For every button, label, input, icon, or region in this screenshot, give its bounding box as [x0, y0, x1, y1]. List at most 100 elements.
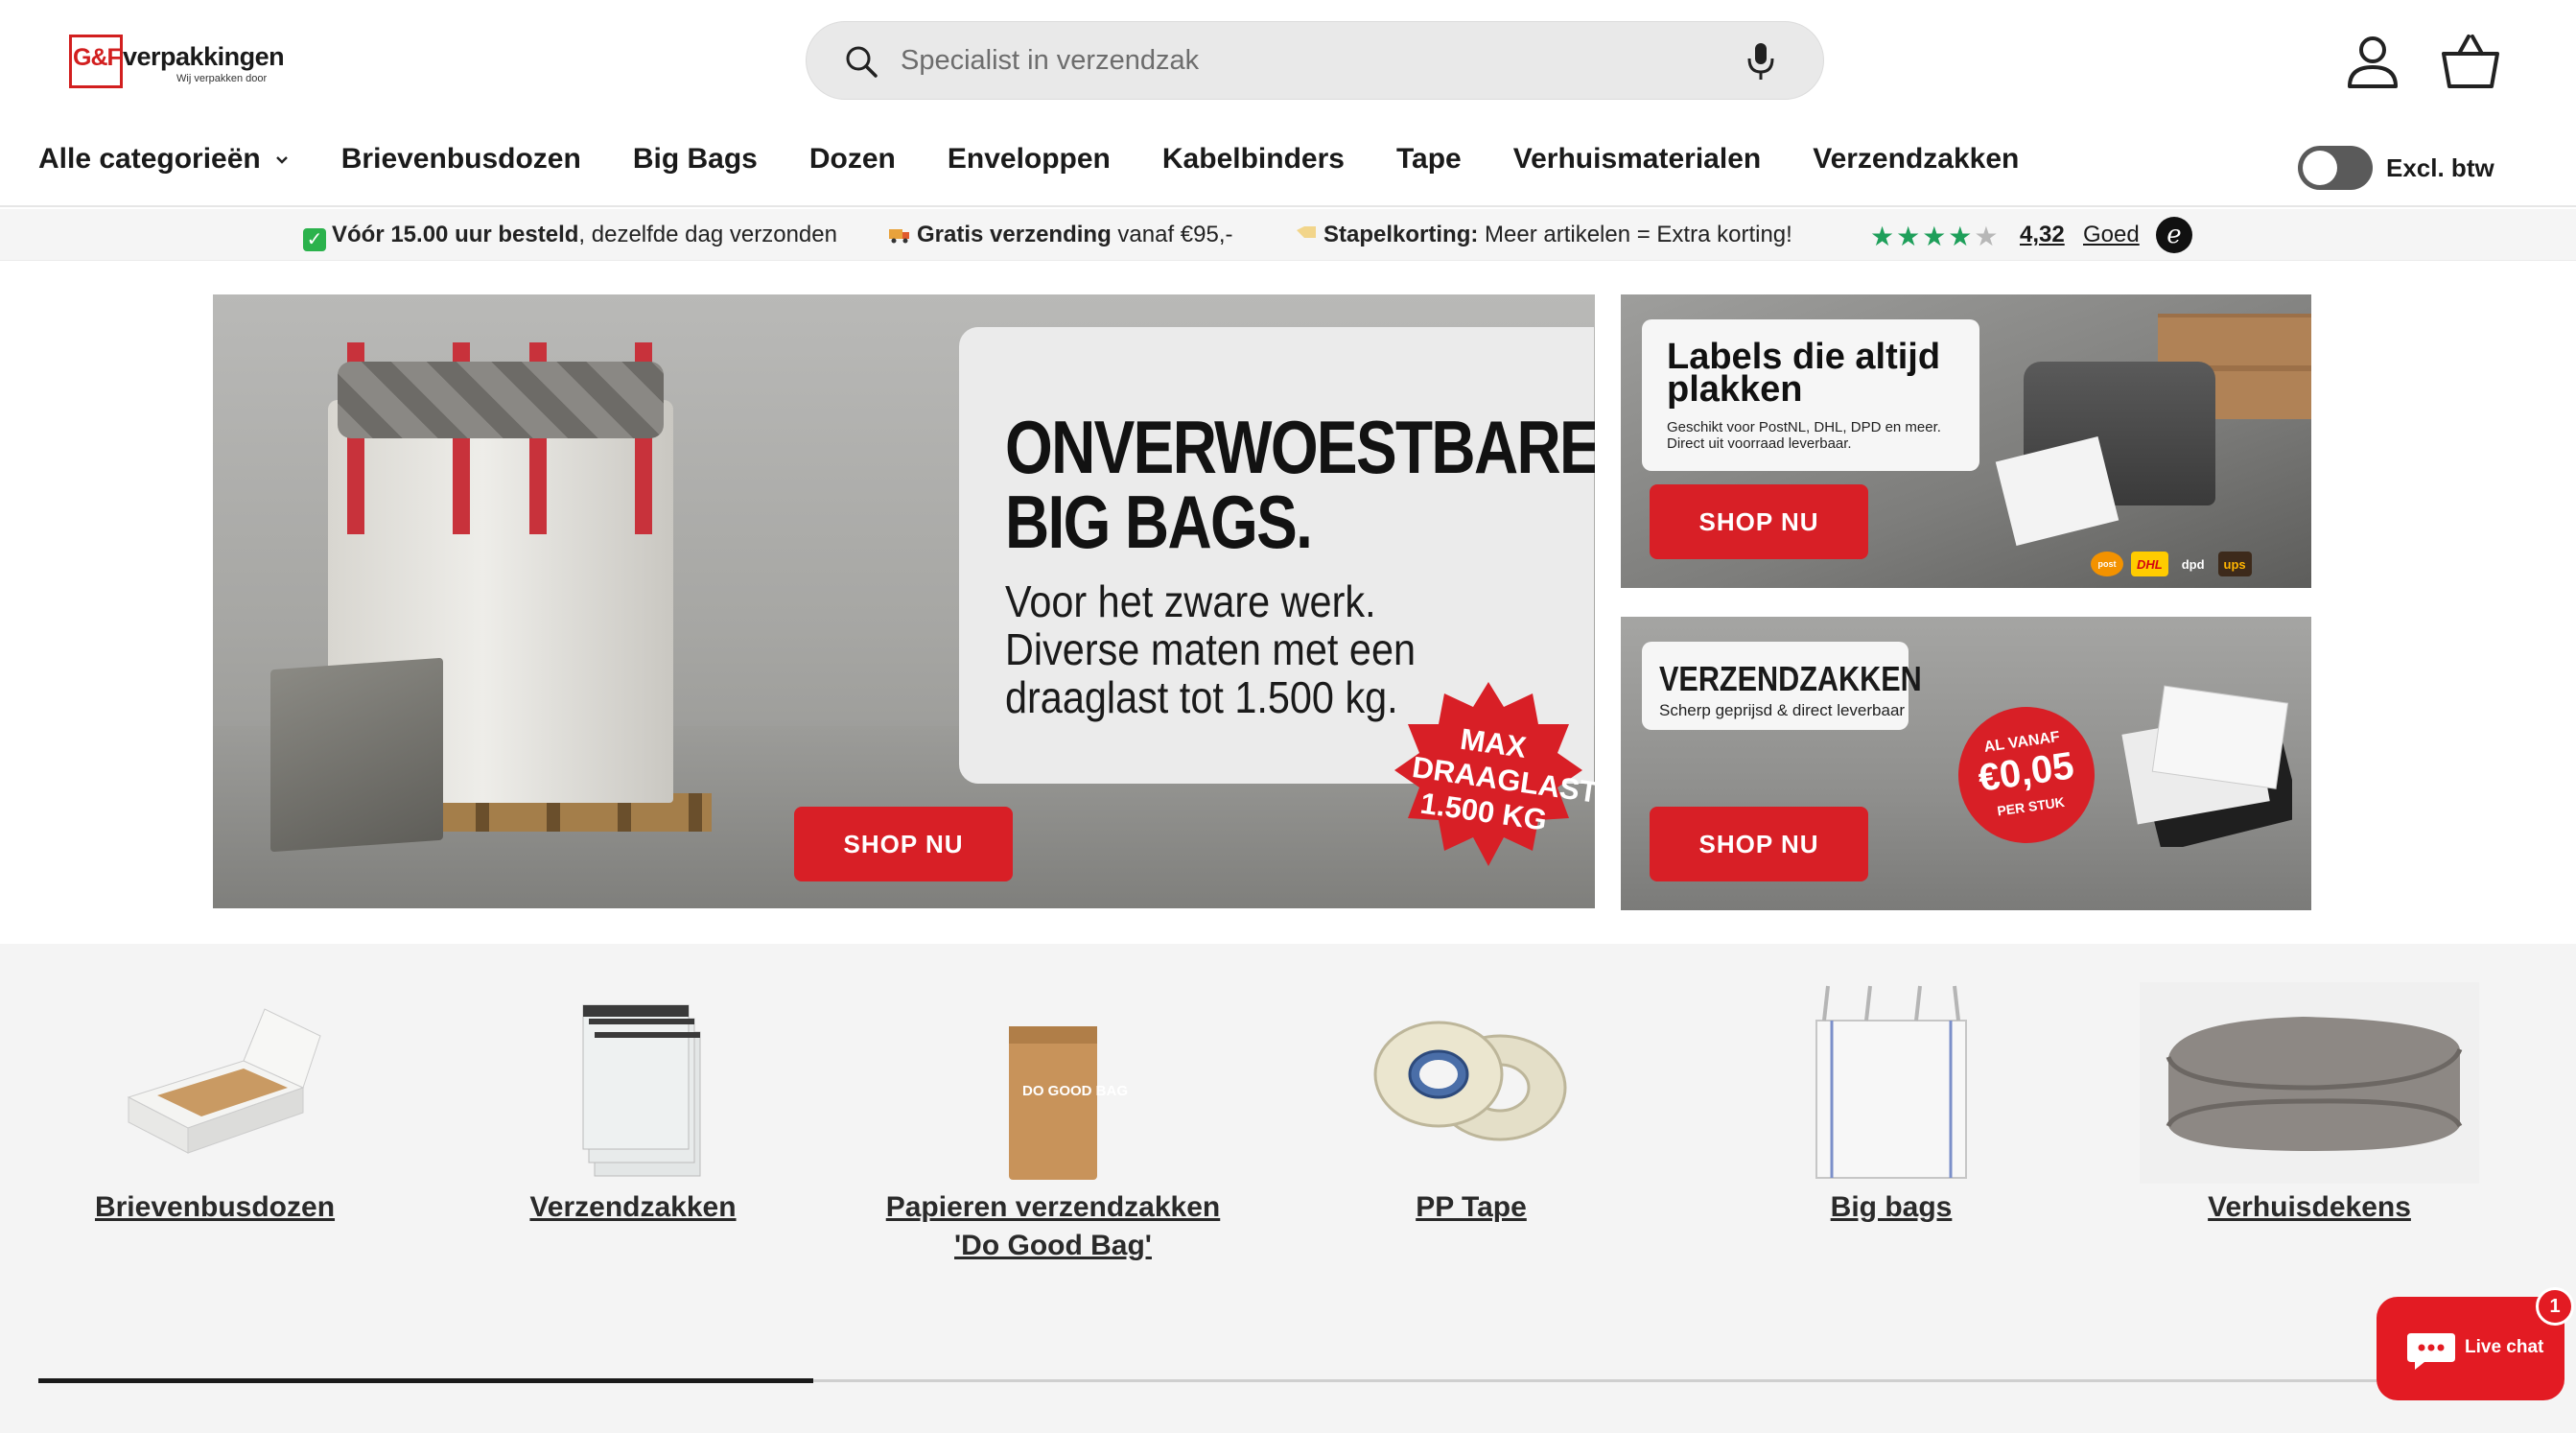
nav-item-big-bags[interactable]: Big Bags	[633, 140, 758, 178]
chevron-down-icon	[275, 156, 288, 164]
nav-item-label: Alle categorieën	[38, 143, 261, 175]
banner-verzendzakken[interactable]: VERZENDZAKKEN Scherp geprijsd & direct l…	[1621, 617, 2311, 910]
rating-stars: ★★★★★	[1870, 221, 2001, 252]
paper-bag-icon: DO GOOD BAG	[1009, 1026, 1128, 1180]
hero-subtitle-line: draaglast tot 1.500 kg.	[1005, 672, 1398, 722]
paper-bag-print: DO GOOD BAG	[1022, 1083, 1128, 1099]
chat-notification-badge: 1	[2536, 1287, 2574, 1326]
nav-item-enveloppen[interactable]: Enveloppen	[948, 140, 1111, 178]
hero-shop-button[interactable]: SHOP NU	[794, 807, 1013, 881]
dhl-logo: DHL	[2131, 552, 2168, 576]
nav-item-brievenbusdozen[interactable]: Brievenbusdozen	[341, 140, 581, 178]
banner-title: Labels die altijd plakken	[1667, 337, 1941, 410]
category-verzendzakken[interactable]: Verzendzakken	[460, 982, 806, 1227]
usp-bold: Gratis verzending	[917, 222, 1112, 247]
banner-subtitle-line: Direct uit voorraad leverbaar.	[1667, 435, 1852, 452]
vat-toggle-label: Excl. btw	[2386, 153, 2494, 182]
carousel-progress-fill	[38, 1378, 813, 1383]
usp-bold: Stapelkorting:	[1323, 222, 1479, 247]
hero-subtitle-line: Diverse maten met een	[1005, 624, 1416, 674]
toggle-knob	[2303, 151, 2337, 185]
moving-blanket-icon	[2140, 982, 2479, 1184]
nav-item-tape[interactable]: Tape	[1396, 140, 1462, 178]
rating-star-half: ★	[1974, 222, 2001, 251]
mailbox-box-icon	[127, 1008, 321, 1154]
category-label: Brievenbusdozen	[94, 1191, 336, 1223]
carrier-logos: post DHL dpd ups	[2091, 552, 2292, 580]
site-header: G&F verpakkingen Wij verpakken door Alle…	[0, 0, 2576, 207]
hero-title: ONVERWOESTBARE BIG BAGS.	[1005, 410, 1595, 559]
hero-subtitle: Voor het zware werk. Diverse maten met e…	[1005, 577, 1416, 721]
paving-tiles-image	[270, 657, 443, 853]
account-icon[interactable]	[2344, 33, 2401, 90]
category-label: Verzendzakken	[529, 1191, 737, 1223]
review-provider-logo[interactable]: e	[2156, 217, 2192, 253]
tag-icon	[1297, 226, 1316, 238]
rating-score[interactable]: 4,32	[2020, 222, 2065, 248]
postnl-logo: post	[2091, 552, 2123, 576]
banner-subtitle: Geschikt voor PostNL, DHL, DPD en meer. …	[1667, 419, 1941, 452]
usp-text: , dezelfde dag verzonden	[578, 222, 837, 247]
category-pp-tape[interactable]: PP Tape	[1299, 982, 1644, 1227]
paving-stones-image	[338, 362, 664, 438]
usp-stack-discount: Stapelkorting: Meer artikelen = Extra ko…	[1295, 222, 1792, 248]
banner-title: VERZENDZAKKEN	[1659, 659, 1922, 698]
dpd-logo: dpd	[2181, 556, 2205, 572]
logo-name: verpakkingen	[123, 42, 285, 71]
labels-shop-button[interactable]: SHOP NU	[1650, 484, 1868, 559]
chat-bubble-icon	[2407, 1333, 2455, 1370]
nav-item-verhuismaterialen[interactable]: Verhuismaterialen	[1513, 140, 1761, 178]
logo-tagline: Wij verpakken door	[176, 73, 268, 84]
hero-title-line: ONVERWOESTBARE	[1005, 405, 1595, 489]
microphone-icon[interactable]	[1745, 41, 1777, 82]
search-icon[interactable]	[843, 43, 879, 80]
site-logo[interactable]: G&F verpakkingen Wij verpakken door	[69, 33, 285, 90]
hero-banner-big-bags[interactable]: ONVERWOESTBARE BIG BAGS. Voor het zware …	[213, 294, 1595, 908]
usp-text: Meer artikelen = Extra korting!	[1478, 222, 1792, 247]
big-bag-icon	[1815, 985, 1967, 1179]
category-big-bags[interactable]: Big bags	[1719, 982, 2064, 1227]
tape-roll-icon	[1373, 1021, 1567, 1141]
banner-title-line: plakken	[1667, 369, 1803, 410]
hero-title-line: BIG BAGS.	[1005, 480, 1313, 564]
check-icon: ✓	[303, 228, 326, 251]
basket-icon[interactable]	[2440, 33, 2501, 90]
verzendzakken-shop-button[interactable]: SHOP NU	[1650, 807, 1868, 881]
logo-mark: G&F	[73, 44, 122, 71]
badge-text: MAX DRAAGLAST 1.500 KG	[1405, 716, 1595, 839]
vat-toggle[interactable]	[2298, 146, 2373, 190]
mailer-bag-icon	[582, 1004, 701, 1177]
rating-stars-full: ★★★★	[1870, 222, 1975, 251]
usp-free-shipping: Gratis verzending vanaf €95,-	[888, 222, 1232, 248]
price-badge: AL VANAF €0,05 PER STUK	[1949, 697, 2104, 853]
nav-item-verzendzakken[interactable]: Verzendzakken	[1813, 140, 2019, 178]
category-label: Papieren verzendzakken 'Do Good Bag'	[885, 1191, 1221, 1261]
mailer-bags-image	[2121, 685, 2292, 847]
rating-word[interactable]: Goed	[2083, 222, 2140, 248]
banner-subtitle: Scherp geprijsd & direct leverbaar	[1659, 701, 1906, 719]
category-carousel: Brievenbusdozen Verzendzakken DO GOOD BA…	[0, 944, 2576, 1433]
hero-subtitle-line: Voor het zware werk.	[1005, 576, 1376, 626]
label-paper-image	[1995, 436, 2119, 546]
category-label: Big bags	[1830, 1191, 1953, 1223]
nav-item-kabelbinders[interactable]: Kabelbinders	[1162, 140, 1345, 178]
category-papieren-verzendzakken[interactable]: DO GOOD BAG Papieren verzendzakken 'Do G…	[880, 982, 1226, 1265]
nav-item-dozen[interactable]: Dozen	[809, 140, 896, 178]
banner-title-line: Labels die altijd	[1667, 337, 1941, 377]
category-verhuisdekens[interactable]: Verhuisdekens	[2137, 982, 2482, 1227]
usp-same-day: ✓ Vóór 15.00 uur besteld, dezelfde dag ve…	[303, 222, 837, 251]
ups-logo: ups	[2217, 552, 2252, 576]
usp-bar: ✓ Vóór 15.00 uur besteld, dezelfde dag ve…	[0, 209, 2576, 261]
usp-bold: Vóór 15.00 uur besteld	[332, 222, 579, 247]
search-bar[interactable]	[806, 21, 1824, 100]
live-chat-label: Live chat	[2465, 1337, 2544, 1357]
category-label: PP Tape	[1416, 1191, 1527, 1223]
search-input[interactable]	[899, 22, 1685, 99]
banner-labels[interactable]: Labels die altijd plakken Geschikt voor …	[1621, 294, 2311, 588]
truck-icon	[889, 229, 909, 244]
carousel-progress-track[interactable]	[38, 1378, 2538, 1383]
nav-item-all-categories[interactable]: Alle categorieën	[38, 140, 290, 178]
banner-subtitle-line: Geschikt voor PostNL, DHL, DPD en meer.	[1667, 419, 1941, 435]
main-nav: Alle categorieën Brievenbusdozen Big Bag…	[38, 140, 2071, 178]
category-brievenbusdozen[interactable]: Brievenbusdozen	[42, 982, 387, 1227]
